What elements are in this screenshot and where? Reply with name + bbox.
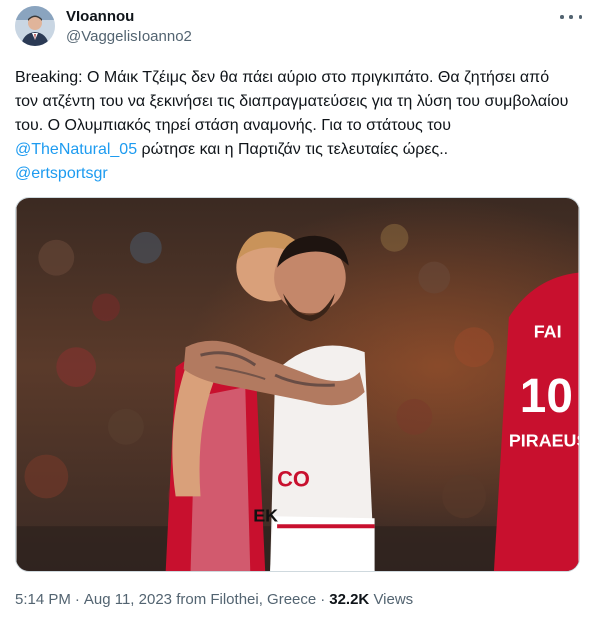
tweet-metadata: 5:14 PM · Aug 11, 2023 from Filothei, Gree… <box>15 591 414 608</box>
mention-thenatural05[interactable]: @TheNatural_05 <box>15 141 137 158</box>
svg-text:EK: EK <box>253 505 278 525</box>
avatar-image <box>15 6 55 46</box>
views-count: 32.2K <box>329 591 370 608</box>
tweet-date[interactable]: Aug 11, 2023 <box>84 591 172 608</box>
jersey-name: PIRAEUS <box>509 431 579 451</box>
more-options-icon[interactable] <box>560 8 582 26</box>
tweet-location: from Filothei, Greece <box>176 591 317 608</box>
tweet-time[interactable]: 5:14 PM <box>15 591 71 608</box>
jersey-top-label: FAI <box>534 321 562 341</box>
tweet-text: Breaking: Ο Μάικ Τζέιμς δεν θα πάει αύρι… <box>15 66 575 186</box>
tweet-text-part-1: Breaking: Ο Μάικ Τζέιμς δεν θα πάει αύρι… <box>15 69 569 134</box>
svg-text:CO: CO <box>277 466 310 491</box>
avatar[interactable] <box>15 6 55 46</box>
tweet-photo[interactable]: CO EK FAI 10 PIRAEUS <box>15 197 580 572</box>
views-label: Views <box>373 591 414 608</box>
mention-ertsportsgr[interactable]: @ertsportsgr <box>15 165 108 182</box>
tweet-text-part-2: ρώτησε και η Παρτιζάν τις τελευταίες ώρε… <box>137 141 449 158</box>
author-handle[interactable]: @VaggelisIoanno2 <box>66 28 192 45</box>
tweet: VIoannou @VaggelisIoanno2 Breaking: Ο Μά… <box>0 0 611 636</box>
basketball-players-hug-image: CO EK FAI 10 PIRAEUS <box>16 198 579 571</box>
author-name[interactable]: VIoannou <box>66 8 134 25</box>
jersey-number: 10 <box>520 370 573 423</box>
